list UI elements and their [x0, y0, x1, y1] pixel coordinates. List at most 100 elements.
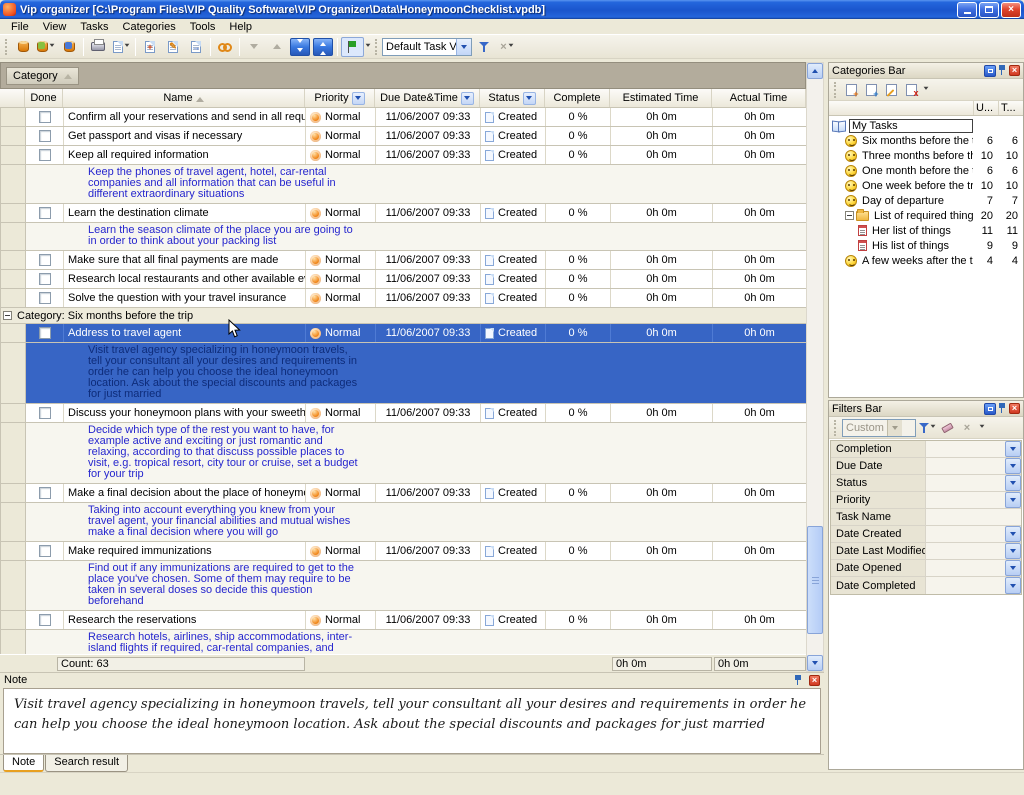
categories-pin-icon[interactable]: [998, 65, 1007, 76]
task-row[interactable]: Research local restaurants and other ava…: [1, 270, 806, 289]
done-checkbox[interactable]: [39, 292, 51, 304]
menu-view[interactable]: View: [36, 20, 74, 34]
filter-dropdown-button[interactable]: [1005, 526, 1021, 542]
find-button[interactable]: [214, 37, 236, 57]
done-checkbox[interactable]: [39, 327, 51, 339]
task-row[interactable]: Make sure that all final payments are ma…: [1, 251, 806, 270]
category-group-row[interactable]: Category: Six months before the trip: [1, 308, 806, 324]
filter-value-cell[interactable]: [926, 577, 1005, 594]
clear-filter-button[interactable]: [938, 420, 956, 436]
done-checkbox[interactable]: [39, 614, 51, 626]
move-bottom-button[interactable]: [289, 37, 311, 57]
minimize-button[interactable]: [957, 2, 977, 18]
categories-float-icon[interactable]: [984, 65, 996, 77]
tab-note[interactable]: Note: [3, 755, 44, 772]
filter-value-cell[interactable]: [926, 441, 1005, 457]
filter-dropdown-button[interactable]: [1005, 560, 1021, 576]
done-checkbox[interactable]: [39, 111, 51, 123]
column-filter-dropdown-icon[interactable]: [352, 92, 365, 105]
delete-view-button[interactable]: ×: [496, 37, 518, 57]
filter-dropdown-button[interactable]: [1005, 492, 1021, 508]
filters-float-icon[interactable]: [984, 403, 996, 415]
toolbar-grip[interactable]: [375, 39, 378, 55]
column-undone[interactable]: U...: [973, 101, 998, 115]
category-tree-item[interactable]: One month before the trip66: [829, 163, 1023, 178]
done-checkbox[interactable]: [39, 545, 51, 557]
category-tree-item[interactable]: Day of departure77: [829, 193, 1023, 208]
column-header-name[interactable]: Name: [63, 89, 305, 107]
filters-close-icon[interactable]: ×: [1009, 403, 1020, 414]
print-button[interactable]: [87, 37, 109, 57]
pin-icon[interactable]: [794, 675, 803, 686]
column-filter-dropdown-icon[interactable]: [461, 92, 474, 105]
filter-dropdown-button[interactable]: [1005, 475, 1021, 491]
save-database-button[interactable]: [58, 37, 80, 57]
toolbar-grip[interactable]: [834, 82, 837, 98]
column-header-complete[interactable]: Complete: [545, 89, 610, 107]
task-row[interactable]: Keep all required informationNormal11/06…: [1, 146, 806, 165]
add-category-button[interactable]: [842, 82, 860, 98]
category-tree-item[interactable]: Three months before the trip1010: [829, 148, 1023, 163]
filter-value-cell[interactable]: [926, 458, 1005, 474]
done-checkbox[interactable]: [39, 487, 51, 499]
menu-help[interactable]: Help: [222, 20, 259, 34]
filter-dropdown-button[interactable]: [1005, 543, 1021, 559]
filter-dropdown-button[interactable]: [1005, 441, 1021, 457]
filter-value-cell[interactable]: [926, 492, 1005, 508]
toolbar-grip[interactable]: [5, 39, 8, 55]
category-tree-item[interactable]: His list of things99: [829, 238, 1023, 253]
filter-dropdown-button[interactable]: [1005, 458, 1021, 474]
done-checkbox[interactable]: [39, 407, 51, 419]
collapse-icon[interactable]: [3, 311, 12, 320]
move-down-button[interactable]: [243, 37, 265, 57]
category-tree-item[interactable]: My Tasks: [829, 118, 1023, 133]
menu-tools[interactable]: Tools: [183, 20, 223, 34]
delete-filter-button[interactable]: ×: [958, 420, 976, 436]
apply-view-button[interactable]: [473, 37, 495, 57]
scroll-down-icon[interactable]: [807, 655, 823, 671]
group-by-category-chip[interactable]: Category: [6, 67, 79, 85]
delete-category-button[interactable]: [902, 82, 920, 98]
filter-preset-dropdown-icon[interactable]: [887, 420, 902, 436]
category-tree-item[interactable]: A few weeks after the trip44: [829, 253, 1023, 268]
column-header-status[interactable]: Status: [480, 89, 545, 107]
categories-close-icon[interactable]: ×: [1009, 65, 1020, 76]
filter-dropdown-button[interactable]: [1005, 577, 1021, 594]
filter-value-cell[interactable]: [926, 560, 1005, 576]
scroll-up-icon[interactable]: [807, 63, 823, 79]
done-checkbox[interactable]: [39, 254, 51, 266]
done-checkbox[interactable]: [39, 130, 51, 142]
scrollbar-thumb[interactable]: [807, 526, 823, 634]
task-row[interactable]: Learn the destination climateNormal11/06…: [1, 204, 806, 223]
column-header-priority[interactable]: Priority: [305, 89, 375, 107]
column-total[interactable]: T...: [998, 101, 1023, 115]
edit-task-button[interactable]: ✎: [162, 37, 184, 57]
task-row[interactable]: Confirm all your reservations and send i…: [1, 108, 806, 127]
filter-preset-combobox[interactable]: Custom: [842, 419, 916, 437]
task-view-dropdown-icon[interactable]: [456, 39, 471, 55]
task-row[interactable]: Address to travel agentNormal11/06/2007 …: [1, 324, 806, 343]
task-row[interactable]: Make required immunizationsNormal11/06/2…: [1, 542, 806, 561]
apply-filter-button[interactable]: [918, 420, 936, 436]
tab-search-result[interactable]: Search result: [45, 755, 128, 772]
toolbar-overflow-icon[interactable]: [924, 87, 929, 93]
task-row[interactable]: Get passport and visas if necessaryNorma…: [1, 127, 806, 146]
note-text[interactable]: Visit travel agency specializing in hone…: [3, 688, 821, 754]
done-checkbox[interactable]: [39, 273, 51, 285]
column-header-done[interactable]: Done: [25, 89, 63, 107]
add-subcategory-button[interactable]: [862, 82, 880, 98]
filter-value-cell[interactable]: [926, 509, 1021, 525]
category-tree-item[interactable]: Six months before the trip66: [829, 133, 1023, 148]
filter-value-cell[interactable]: [926, 526, 1005, 542]
task-row[interactable]: Make a final decision about the place of…: [1, 484, 806, 503]
move-top-button[interactable]: [312, 37, 334, 57]
view-mode-button[interactable]: [341, 37, 371, 57]
vertical-scrollbar[interactable]: [806, 62, 824, 672]
collapse-icon[interactable]: [845, 211, 854, 220]
new-database-button[interactable]: [12, 37, 34, 57]
edit-category-button[interactable]: [882, 82, 900, 98]
task-row[interactable]: Solve the question with your travel insu…: [1, 289, 806, 308]
menu-file[interactable]: File: [4, 20, 36, 34]
toolbar-overflow-icon[interactable]: [980, 425, 985, 431]
open-database-button[interactable]: [35, 37, 57, 57]
